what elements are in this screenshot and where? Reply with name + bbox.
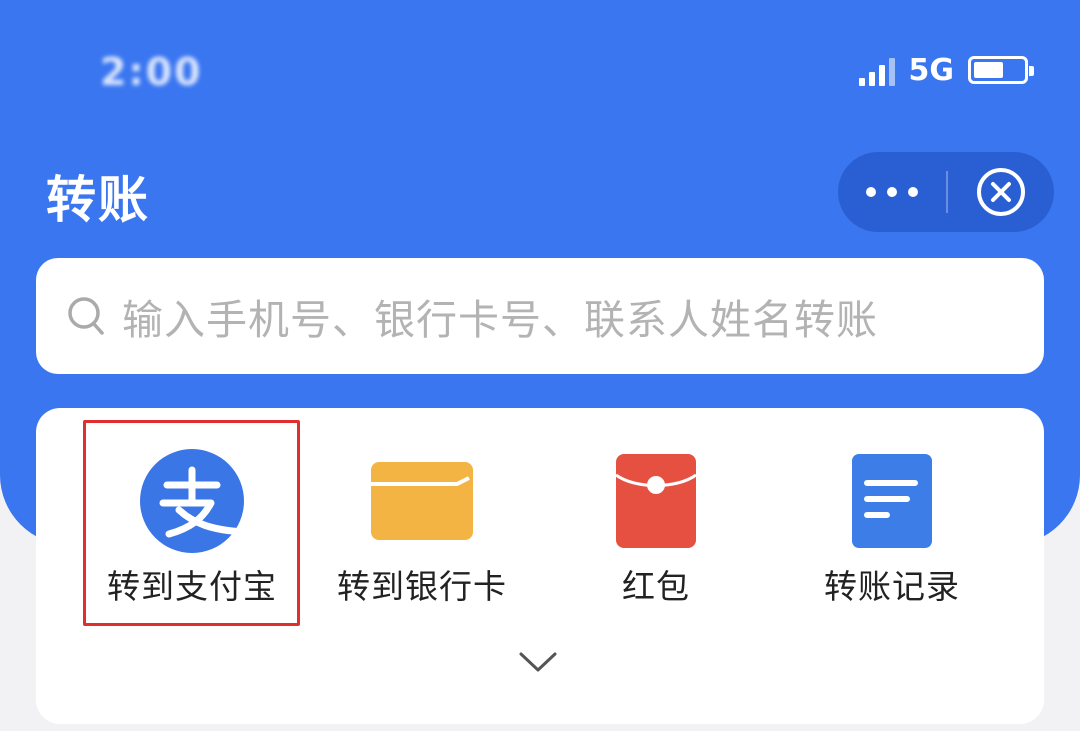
transfer-records-icon (837, 446, 947, 556)
action-label: 红包 (622, 567, 690, 606)
action-label: 转到银行卡 (337, 567, 507, 606)
more-dot-icon (866, 187, 876, 197)
close-circle-icon (977, 168, 1025, 216)
action-transfer-to-bank-card[interactable]: 转到银行卡 (304, 408, 540, 628)
battery-icon (968, 56, 1034, 84)
search-input[interactable]: 输入手机号、银行卡号、联系人姓名转账 (36, 258, 1044, 374)
red-packet-icon (601, 446, 711, 556)
action-transfer-records[interactable]: 转账记录 (774, 408, 1010, 628)
search-placeholder: 输入手机号、银行卡号、联系人姓名转账 (122, 296, 878, 344)
status-time: 2:00 (100, 50, 203, 94)
more-options-button[interactable] (838, 152, 946, 232)
expand-chevron-button[interactable] (518, 650, 558, 674)
search-icon (66, 290, 118, 342)
more-dot-icon (908, 187, 918, 197)
transfer-screen: 2:00 5G 转账 输入手机号、银行卡号、联系人姓名转账 转到支付宝 转到银行… (0, 0, 1080, 731)
close-button[interactable] (948, 152, 1054, 232)
mini-program-capsule (838, 152, 1054, 232)
action-red-packet[interactable]: 红包 (538, 408, 774, 628)
highlight-frame (83, 420, 300, 626)
more-dot-icon (887, 187, 897, 197)
action-label: 转账记录 (824, 567, 960, 606)
bank-card-icon (367, 446, 477, 556)
quick-actions-card: 转到支付宝 转到银行卡 红包 转账记录 (36, 408, 1044, 724)
page-title: 转账 (46, 171, 150, 229)
status-indicators: 5G (858, 50, 1034, 90)
signal-icon (858, 54, 895, 86)
chevron-down-icon (519, 652, 557, 672)
network-type-label: 5G (908, 52, 955, 88)
